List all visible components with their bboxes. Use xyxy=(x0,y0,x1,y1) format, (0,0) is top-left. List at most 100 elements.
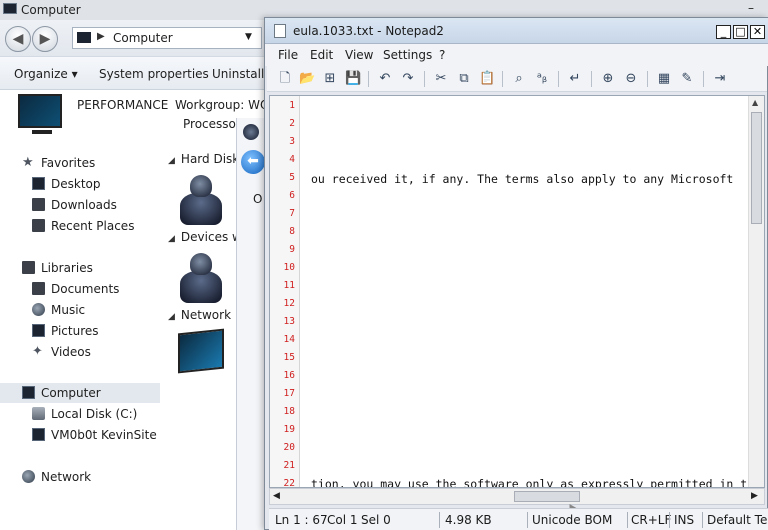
nav-pictures[interactable]: Pictures xyxy=(0,321,160,341)
forward-button[interactable]: ▶ xyxy=(32,26,58,52)
device-tile-icon[interactable] xyxy=(178,253,224,305)
toolbar-separator xyxy=(558,71,559,87)
text-line[interactable]: ou received it, if any. The terms also a… xyxy=(311,172,733,186)
status-encoding[interactable]: Unicode BOM xyxy=(532,513,612,527)
new-file-icon[interactable]: 🗋 xyxy=(277,71,293,87)
line-number: 18 xyxy=(283,406,295,417)
collapse-arrow-icon[interactable]: ◢ xyxy=(168,312,175,322)
line-number: 5 xyxy=(289,172,295,183)
system-properties-button[interactable]: System properties xyxy=(99,67,209,81)
save-icon[interactable]: 💾 xyxy=(345,71,361,87)
notepad-title-bar[interactable]: eula.1033.txt - Notepad2 _ □ ✕ xyxy=(265,18,768,44)
minimize-button[interactable]: _ xyxy=(716,25,731,39)
minimize-icon[interactable]: – xyxy=(748,2,762,16)
nav-vm-share[interactable]: VM0b0t KevinSite xyxy=(0,425,160,445)
scroll-right-icon[interactable]: ▶ xyxy=(751,491,758,501)
undo-icon[interactable]: ↶ xyxy=(377,71,393,87)
line-number: 14 xyxy=(283,334,295,345)
scroll-left-icon[interactable]: ◀ xyxy=(273,491,280,501)
scheme-icon[interactable]: ▦ xyxy=(656,71,672,87)
status-scheme[interactable]: Default Te xyxy=(707,513,767,527)
zoom-in-icon[interactable]: ⊕ xyxy=(600,71,616,87)
workgroup-label: Workgroup: WO xyxy=(175,98,270,112)
nav-recent-places[interactable]: Recent Places xyxy=(0,216,160,236)
network-location-icon[interactable] xyxy=(178,328,224,374)
close-button[interactable]: ✕ xyxy=(750,25,765,39)
address-text[interactable]: Computer xyxy=(113,31,173,45)
replace-icon[interactable]: ᵃᵦ xyxy=(534,71,550,87)
menu-file[interactable]: File xyxy=(278,48,298,62)
nav-network[interactable]: Network xyxy=(0,467,160,487)
nav-label: Downloads xyxy=(51,198,117,212)
line-number: 2 xyxy=(289,118,295,129)
nav-desktop[interactable]: Desktop xyxy=(0,174,160,194)
nav-downloads[interactable]: Downloads xyxy=(0,195,160,215)
desktop-icon xyxy=(32,177,45,190)
nav-computer[interactable]: Computer xyxy=(0,383,160,403)
toolbar-separator xyxy=(703,71,704,87)
nav-videos[interactable]: ✦ Videos xyxy=(0,342,160,362)
address-bar[interactable]: ▶ Computer ▼ xyxy=(72,27,262,49)
collapse-arrow-icon[interactable]: ◢ xyxy=(168,156,175,166)
explorer-title: Computer xyxy=(21,3,81,17)
organize-button[interactable]: Organize ▾ xyxy=(14,67,78,81)
group-devices[interactable]: ◢ Devices w xyxy=(168,230,242,244)
redo-icon[interactable]: ↷ xyxy=(400,71,416,87)
menu-settings[interactable]: Settings xyxy=(383,48,432,62)
computer-icon xyxy=(3,3,17,14)
browse-icon[interactable]: ⊞ xyxy=(322,71,338,87)
scroll-up-icon[interactable]: ▲ xyxy=(752,98,758,107)
chevron-down-icon[interactable]: ▼ xyxy=(245,32,252,42)
collapse-arrow-icon[interactable]: ◢ xyxy=(168,234,175,244)
menu-bar: File Edit View Settings ? xyxy=(265,44,768,66)
editor-area[interactable]: 1 2 3 4 5 6 7 8 9 10 11 12 13 14 15 16 1… xyxy=(269,95,765,488)
exit-icon[interactable]: ⇥ xyxy=(712,71,728,87)
status-bar: Ln 1 : 67 Col 1 Sel 0 4.98 KB Unicode BO… xyxy=(269,508,768,530)
maximize-button[interactable]: □ xyxy=(733,25,748,39)
copy-icon[interactable]: ⧉ xyxy=(456,71,472,87)
menu-help[interactable]: ? xyxy=(439,48,445,62)
libraries-icon xyxy=(22,261,35,274)
paste-icon[interactable]: 📋 xyxy=(479,71,495,87)
nav-documents[interactable]: Documents xyxy=(0,279,160,299)
line-number-gutter: 1 2 3 4 5 6 7 8 9 10 11 12 13 14 15 16 1… xyxy=(270,96,300,487)
uninstall-button[interactable]: Uninstall xyxy=(212,67,264,81)
nav-label: Local Disk (C:) xyxy=(51,407,138,421)
zoom-out-icon[interactable]: ⊖ xyxy=(623,71,639,87)
horizontal-scroll-thumb[interactable] xyxy=(514,491,580,502)
menu-view[interactable]: View xyxy=(345,48,373,62)
nav-label: Documents xyxy=(51,282,120,296)
find-icon[interactable]: ⌕ xyxy=(511,71,527,87)
background-window-strip: ⬅ O xyxy=(236,118,266,530)
drive-tile-icon[interactable] xyxy=(178,175,224,227)
group-network[interactable]: ◢ Network xyxy=(168,308,231,322)
nav-favorites[interactable]: ★ Favorites xyxy=(0,153,160,173)
nav-libraries[interactable]: Libraries xyxy=(0,258,160,278)
documents-icon xyxy=(32,282,45,295)
vertical-scrollbar[interactable]: ▲ xyxy=(748,96,764,487)
cut-icon[interactable]: ✂ xyxy=(433,71,449,87)
line-number: 11 xyxy=(283,280,295,291)
nav-label: Computer xyxy=(41,386,101,400)
nav-label: Pictures xyxy=(51,324,99,338)
menu-edit[interactable]: Edit xyxy=(310,48,333,62)
star-icon: ★ xyxy=(22,155,34,170)
notepad-title: eula.1033.txt - Notepad2 xyxy=(293,24,444,38)
horizontal-scrollbar[interactable]: ◀ ▶ xyxy=(269,488,765,505)
status-divider xyxy=(702,512,703,528)
line-number: 21 xyxy=(283,460,295,471)
customize-scheme-icon[interactable]: ✎ xyxy=(679,71,695,87)
status-eol[interactable]: CR+LF xyxy=(631,513,671,527)
word-wrap-icon[interactable]: ↵ xyxy=(567,71,583,87)
back-arrow-icon[interactable]: ⬅ xyxy=(241,150,265,174)
back-button[interactable]: ◀ xyxy=(5,26,31,52)
chevron-right-icon[interactable]: ▶ xyxy=(97,31,105,42)
nav-local-disk[interactable]: Local Disk (C:) xyxy=(0,404,160,424)
text-line[interactable]: tion, you may use the software only as e… xyxy=(311,477,754,487)
open-folder-icon[interactable]: 📂 xyxy=(299,71,315,87)
nav-music[interactable]: Music xyxy=(0,300,160,320)
group-hard-disks[interactable]: ◢ Hard Disk xyxy=(168,152,239,166)
status-divider xyxy=(627,512,628,528)
status-insert-mode[interactable]: INS xyxy=(674,513,694,527)
vertical-scroll-thumb[interactable] xyxy=(751,112,762,224)
